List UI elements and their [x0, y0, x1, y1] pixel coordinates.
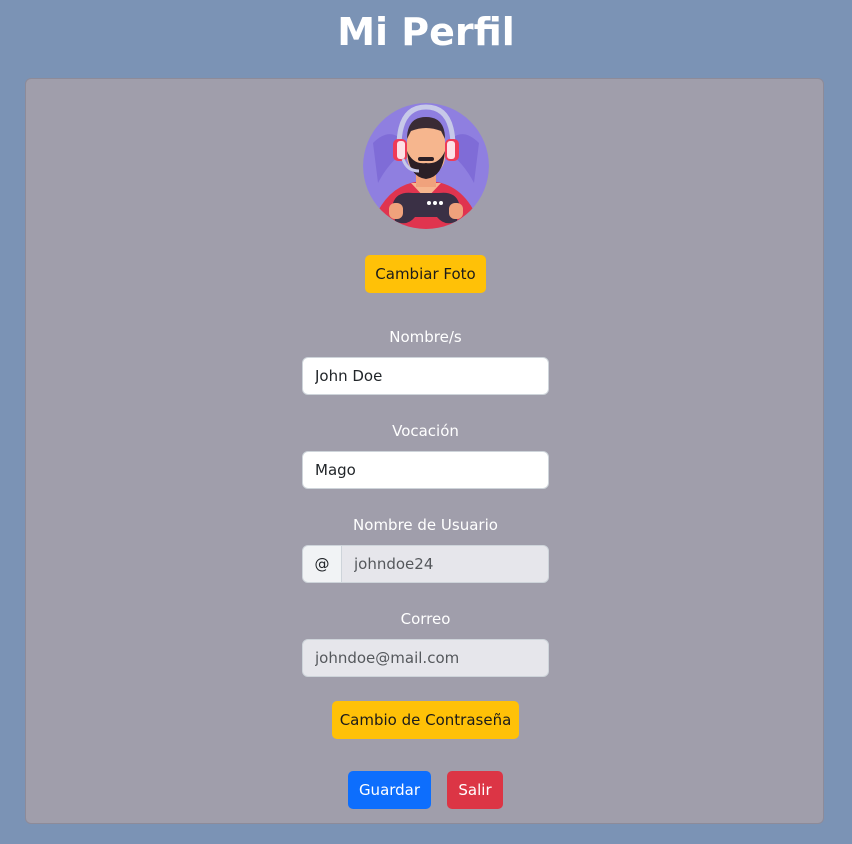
- save-button[interactable]: Guardar: [348, 771, 431, 809]
- change-password-button[interactable]: Cambio de Contraseña: [332, 701, 519, 739]
- avatar-gamer-headset-icon: [363, 103, 489, 229]
- vocation-field[interactable]: [302, 451, 549, 489]
- avatar: [363, 103, 489, 229]
- vocation-label: Vocación: [392, 422, 459, 440]
- name-field[interactable]: [302, 357, 549, 395]
- profile-card: Cambiar Foto Nombre/s Vocación Nombre de…: [25, 78, 824, 824]
- username-input-group: @: [302, 545, 549, 583]
- change-photo-button[interactable]: Cambiar Foto: [365, 255, 486, 293]
- email-field[interactable]: [302, 639, 549, 677]
- username-label: Nombre de Usuario: [353, 516, 498, 534]
- at-sign-addon: @: [302, 545, 342, 583]
- username-field[interactable]: [341, 545, 549, 583]
- email-label: Correo: [400, 610, 451, 628]
- page-title: Mi Perfil: [337, 10, 515, 54]
- exit-button[interactable]: Salir: [447, 771, 503, 809]
- name-label: Nombre/s: [389, 328, 462, 346]
